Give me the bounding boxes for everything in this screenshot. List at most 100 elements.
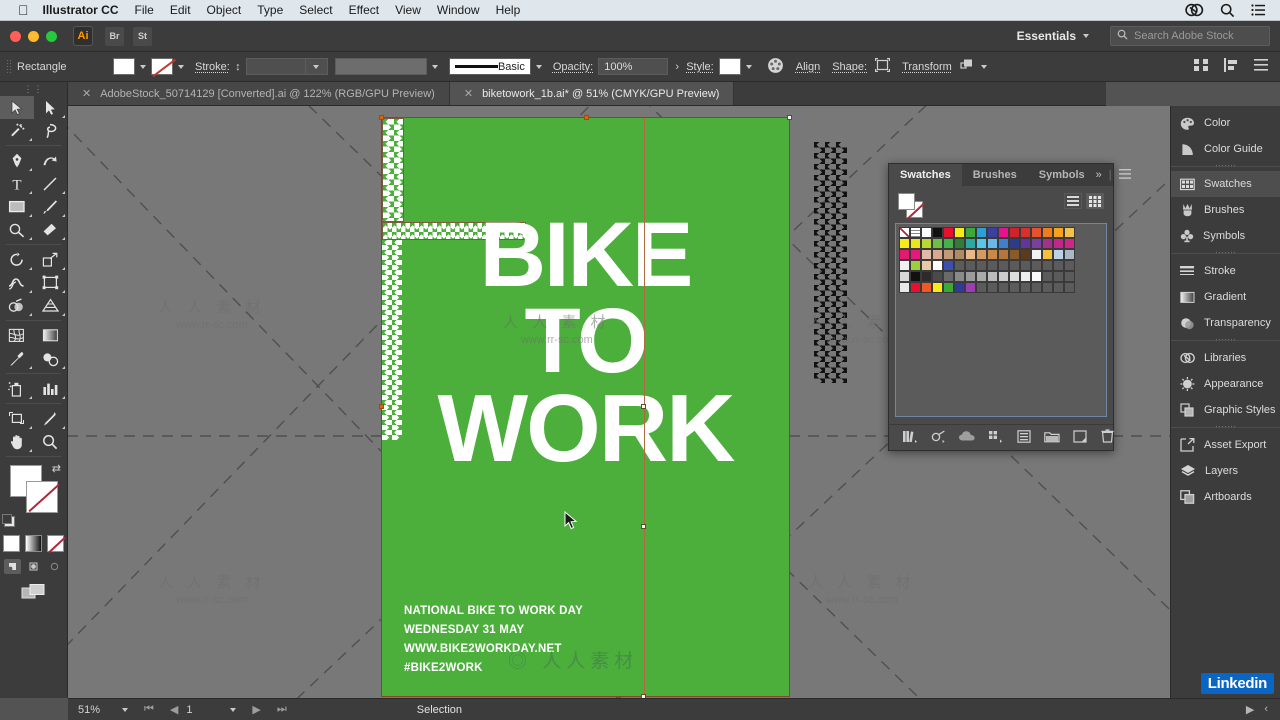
color-swatch[interactable] <box>1020 260 1031 271</box>
color-group-icon[interactable] <box>959 430 976 445</box>
color-swatch[interactable] <box>932 249 943 260</box>
new-swatch-folder-icon[interactable] <box>1044 430 1060 446</box>
dock-item-layers[interactable]: Layers <box>1171 458 1280 484</box>
color-swatch[interactable] <box>899 271 910 282</box>
stroke-dropdown-button[interactable] <box>173 64 189 69</box>
status-menu-arrow[interactable]: ▶ <box>1246 703 1254 716</box>
selection-handle[interactable] <box>379 404 384 409</box>
color-swatch[interactable] <box>954 271 965 282</box>
stroke-profile-dropdown[interactable] <box>427 64 443 69</box>
lasso-tool[interactable] <box>34 119 68 142</box>
color-swatch[interactable] <box>1064 282 1075 293</box>
artboard-tool[interactable] <box>0 407 34 430</box>
grid-view-icon[interactable] <box>1086 193 1104 209</box>
graphic-style-swatch[interactable] <box>718 58 741 75</box>
color-swatch[interactable] <box>1053 260 1064 271</box>
color-swatch[interactable] <box>965 282 976 293</box>
tire-track-graphic[interactable] <box>814 142 847 383</box>
color-swatch[interactable] <box>965 227 976 238</box>
draw-normal-button[interactable] <box>4 559 21 574</box>
color-swatch[interactable] <box>921 271 932 282</box>
dock-item-stroke[interactable]: Stroke <box>1171 258 1280 284</box>
shape-button[interactable]: Shape: <box>832 61 867 73</box>
style-label[interactable]: Style: <box>686 61 714 73</box>
selection-handle[interactable] <box>787 115 792 120</box>
none-swatch[interactable] <box>899 227 910 238</box>
bridge-button[interactable]: Br <box>105 26 124 46</box>
panel-menu-icon[interactable] <box>1254 59 1268 74</box>
color-swatch[interactable] <box>954 249 965 260</box>
color-swatch[interactable] <box>1009 282 1020 293</box>
direct-selection-tool[interactable] <box>34 96 68 119</box>
color-fill-button[interactable] <box>3 535 20 552</box>
stroke-color-swatch[interactable] <box>151 58 173 75</box>
dock-item-libraries[interactable]: Libraries <box>1171 345 1280 371</box>
blend-tool[interactable] <box>34 347 68 370</box>
paintbrush-tool[interactable] <box>34 195 68 218</box>
style-dropdown[interactable] <box>741 64 757 69</box>
line-segment-tool[interactable] <box>34 172 68 195</box>
shape-widget-icon[interactable] <box>875 58 891 75</box>
transform-widget-icon[interactable] <box>960 58 976 75</box>
color-swatch[interactable] <box>987 238 998 249</box>
type-tool[interactable]: T <box>0 172 34 195</box>
new-color-group-icon[interactable] <box>989 430 1004 446</box>
mesh-tool[interactable] <box>0 324 34 347</box>
color-swatch[interactable] <box>976 238 987 249</box>
stroke-label[interactable]: Stroke: <box>195 61 230 73</box>
shape-builder-tool[interactable] <box>0 294 34 317</box>
magic-wand-tool[interactable] <box>0 119 34 142</box>
color-swatch[interactable] <box>1020 227 1031 238</box>
color-swatch[interactable] <box>976 282 987 293</box>
column-graph-tool[interactable] <box>34 377 68 400</box>
zoom-level-value[interactable]: 51% <box>68 704 114 716</box>
color-swatch[interactable] <box>998 260 1009 271</box>
color-swatch[interactable] <box>998 271 1009 282</box>
dock-item-symbols[interactable]: Symbols <box>1171 223 1280 249</box>
app-name-label[interactable]: Illustrator CC <box>43 3 119 17</box>
color-swatch[interactable] <box>976 249 987 260</box>
dock-item-brushes[interactable]: Brushes <box>1171 197 1280 223</box>
menu-effect[interactable]: Effect <box>349 3 379 17</box>
color-swatch[interactable] <box>976 227 987 238</box>
color-swatch[interactable] <box>1064 238 1075 249</box>
color-swatch[interactable] <box>899 260 910 271</box>
window-controls[interactable] <box>0 30 57 42</box>
control-center-icon[interactable] <box>1251 4 1266 16</box>
eyedropper-tool[interactable] <box>0 347 34 370</box>
next-artboard-button[interactable]: ▶ <box>244 703 268 716</box>
screen-mode-button[interactable] <box>0 583 67 600</box>
dock-item-graphic-styles[interactable]: Graphic Styles <box>1171 397 1280 423</box>
search-icon[interactable] <box>1220 3 1235 18</box>
color-swatch[interactable] <box>1053 271 1064 282</box>
color-swatch[interactable] <box>987 227 998 238</box>
color-swatch[interactable] <box>987 260 998 271</box>
adobe-stock-search[interactable]: Search Adobe Stock <box>1110 26 1270 46</box>
stroke-weight-field[interactable] <box>245 58 306 75</box>
opacity-label[interactable]: Opacity: <box>553 61 593 73</box>
delete-swatch-icon[interactable] <box>1101 429 1114 446</box>
color-swatch[interactable] <box>954 227 965 238</box>
menu-window[interactable]: Window <box>437 3 480 17</box>
chevron-double-right-icon[interactable]: » <box>1096 169 1102 181</box>
opacity-more-button[interactable]: › <box>668 61 686 73</box>
align-objects-icon[interactable] <box>1224 58 1240 75</box>
show-swatch-kinds-icon[interactable] <box>931 429 946 446</box>
default-fill-stroke-icon[interactable] <box>2 514 15 527</box>
color-swatch[interactable] <box>1031 227 1042 238</box>
color-swatch[interactable] <box>899 249 910 260</box>
fill-color-swatch[interactable] <box>113 58 135 75</box>
document-tab-biketowork[interactable]: ✕ biketowork_1b.ai* @ 51% (CMYK/GPU Prev… <box>449 82 735 105</box>
color-swatch[interactable] <box>921 238 932 249</box>
color-swatch[interactable] <box>932 260 943 271</box>
swatch-libraries-icon[interactable] <box>903 430 918 446</box>
status-resize-grip[interactable]: ‹ <box>1264 703 1268 716</box>
zoom-tool[interactable] <box>34 430 68 453</box>
dock-item-color[interactable]: Color <box>1171 110 1280 136</box>
menu-select[interactable]: Select <box>299 3 332 17</box>
recolor-artwork-icon[interactable] <box>767 57 784 77</box>
workspace-switcher[interactable]: Essentials <box>1006 26 1100 46</box>
minimize-window-button[interactable] <box>28 30 39 42</box>
panel-fill-box[interactable] <box>898 193 915 210</box>
color-swatch[interactable] <box>1053 249 1064 260</box>
